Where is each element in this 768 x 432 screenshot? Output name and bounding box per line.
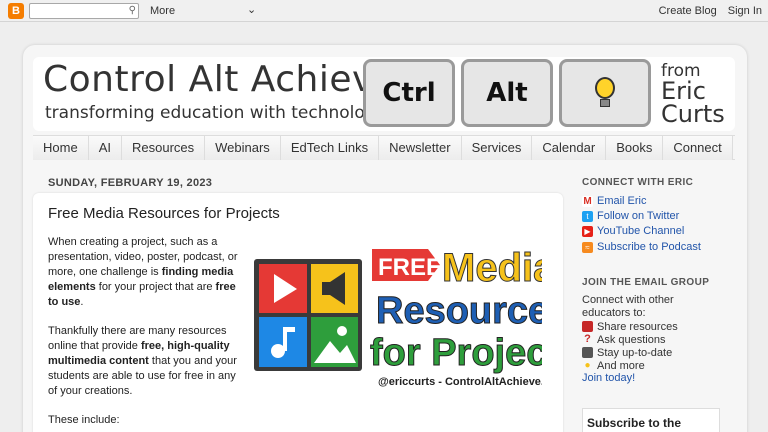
blog-subtitle: transforming education with technology [45,103,386,123]
list-item: ● And more [582,359,678,372]
blogger-logo-icon[interactable]: B [8,3,24,19]
blog-post: Free Media Resources for Projects When c… [33,193,563,432]
subscribe-widget: Subscribe to the [582,408,720,432]
image-text-for-projects: for Projects [370,332,542,374]
more-link[interactable]: More [150,5,175,17]
image-text-resources: Resources [376,290,542,332]
tab-home[interactable]: Home [33,136,89,160]
post-paragraph: Thankfully there are many resources onli… [48,325,237,397]
question-mark-icon: ? [584,333,591,345]
tab-resources[interactable]: Resources [121,136,206,160]
briefcase-icon [582,321,593,332]
tab-calendar[interactable]: Calendar [532,136,607,160]
tab-books[interactable]: Books [606,136,664,160]
tab-edtech-links[interactable]: EdTech Links [280,136,380,160]
blog-header[interactable]: Control Alt Achieve transforming educati… [33,57,735,131]
tab-newsletter[interactable]: Newsletter [379,136,462,160]
email-benefits-list: Share resources ? Ask questions Stay up-t… [582,320,678,372]
tab-services[interactable]: Services [461,136,533,160]
list-item: ? Ask questions [582,333,678,346]
image-text-media: Media [442,246,542,290]
navbar-actions: Create Blog Sign In [651,5,762,17]
search-input[interactable]: ⚲ [29,3,139,19]
list-item: Share resources [582,320,678,333]
alt-key-graphic: Alt [461,59,553,127]
twitter-link[interactable]: t Follow on Twitter [582,210,679,222]
gmail-icon: M [582,195,593,207]
join-today-link[interactable]: Join today! [582,372,635,384]
page-tabs: Home AI Resources Webinars EdTech Links … [33,135,735,160]
list-item: Stay up-to-date [582,346,678,359]
search-icon[interactable]: ⚲ [129,5,136,16]
post-body: When creating a project, such as a prese… [48,235,238,432]
chevron-down-icon[interactable]: ⌄ [247,3,256,16]
blogger-navbar: B ⚲ More ⌄ Create Blog Sign In [0,0,768,22]
ctrl-key-graphic: Ctrl [363,59,455,127]
email-intro-text: Connect with other educators to: [582,294,674,319]
image-text-free: FREE [378,254,442,281]
post-paragraph: These include: [48,414,120,426]
tab-ai[interactable]: AI [88,136,122,160]
lightbulb-icon [591,77,619,109]
blog-title[interactable]: Control Alt Achieve [43,59,396,100]
youtube-link[interactable]: ▶ YouTube Channel [582,225,684,237]
sign-in-link[interactable]: Sign In [728,5,762,17]
twitter-icon: t [582,210,593,222]
rss-icon: ≈ [582,241,593,253]
connect-heading: CONNECT WITH ERIC [582,177,694,188]
author-byline: from Eric Curts [661,63,725,128]
image-credit-text: @ericcurts - ControlAltAchieve.com [378,376,542,388]
email-eric-link[interactable]: M Email Eric [582,195,647,207]
tab-webinars[interactable]: Webinars [205,136,281,160]
tab-connect[interactable]: Connect [663,136,733,160]
post-title[interactable]: Free Media Resources for Projects [48,205,280,222]
create-blog-link[interactable]: Create Blog [659,5,717,17]
post-date: SUNDAY, FEBRUARY 19, 2023 [48,177,213,189]
lightbulb-key-graphic [559,59,651,127]
subscribe-heading: Subscribe to the [587,416,682,430]
podcast-link[interactable]: ≈ Subscribe to Podcast [582,241,701,253]
email-group-heading: JOIN THE EMAIL GROUP [582,277,710,288]
youtube-icon: ▶ [582,225,593,237]
lightbulb-icon: ● [584,360,591,371]
post-featured-image[interactable]: FREE Media Resources for Projects @ericc… [250,239,542,391]
post-paragraph: When creating a project, such as a prese… [48,236,238,308]
calendar-icon [582,347,593,358]
author-last-name: Curts [661,100,725,128]
